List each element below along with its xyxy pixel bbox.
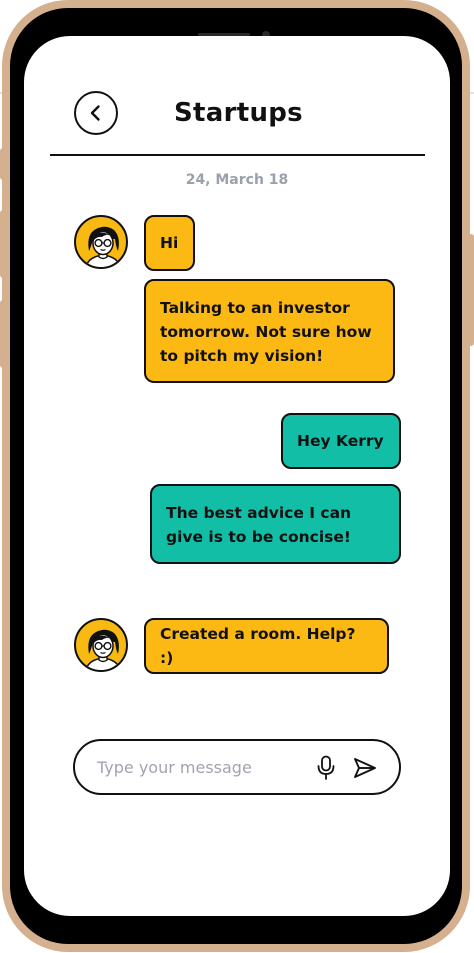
avatar[interactable]	[74, 215, 128, 269]
incoming-message: Created a room. Help? :)	[144, 618, 389, 674]
avatar[interactable]	[74, 618, 128, 672]
chevron-left-icon	[90, 105, 100, 121]
message-text: Talking to an investor tomorrow. Not sur…	[160, 299, 372, 365]
outgoing-message: The best advice I can give is to be conc…	[150, 484, 401, 564]
incoming-message: Talking to an investor tomorrow. Not sur…	[144, 279, 395, 383]
header-divider	[50, 154, 425, 156]
back-button[interactable]	[74, 91, 118, 135]
message-composer	[73, 739, 401, 795]
conversation-date: 24, March 18	[185, 172, 289, 188]
message-text: Hi	[160, 234, 179, 252]
person-avatar-icon	[84, 226, 122, 267]
message-input[interactable]	[97, 755, 297, 779]
incoming-message: Hi	[144, 215, 195, 271]
outgoing-message: Hey Kerry	[281, 413, 401, 469]
message-text: The best advice I can give is to be conc…	[166, 504, 352, 546]
chat-screen: Startups 24, March 18 Hi Talking to an i…	[24, 36, 450, 916]
send-button[interactable]	[351, 754, 379, 782]
send-icon	[354, 758, 376, 778]
message-text: Hey Kerry	[297, 432, 384, 450]
person-avatar-icon	[84, 629, 122, 670]
message-text: Created a room. Help? :)	[160, 625, 356, 667]
microphone-icon	[317, 755, 335, 780]
page-title: Startups	[174, 98, 303, 128]
microphone-button[interactable]	[313, 754, 339, 782]
